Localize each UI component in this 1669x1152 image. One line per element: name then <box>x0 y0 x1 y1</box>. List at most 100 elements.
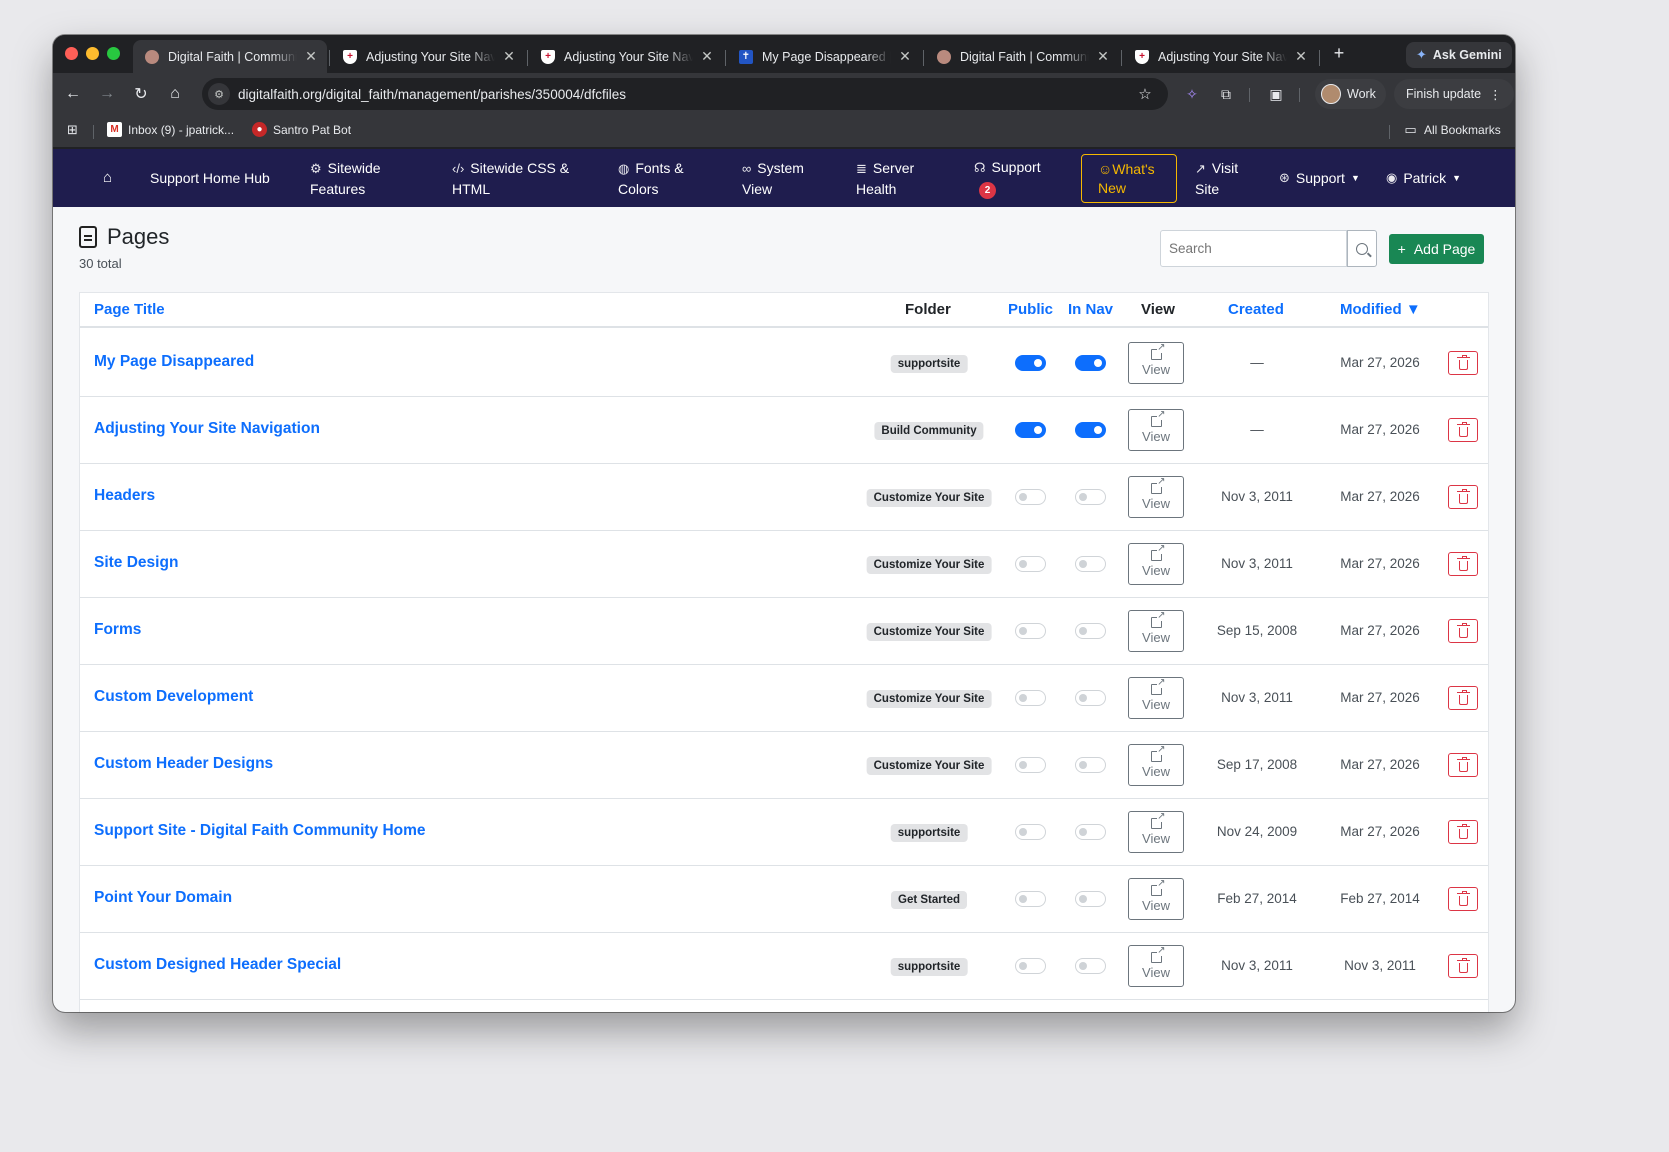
delete-button[interactable] <box>1448 552 1478 576</box>
page-title-link[interactable]: Adjusting Your Site Navigation <box>94 420 320 438</box>
in-nav-toggle[interactable] <box>1075 757 1106 773</box>
whats-new-button[interactable]: ☺What's New <box>1081 154 1177 203</box>
browser-tab[interactable]: Digital Faith | Community ✕ <box>133 40 327 73</box>
bookmark-inbox[interactable]: M Inbox (9) - jpatrick... <box>107 122 234 137</box>
page-title-link[interactable]: Site Design <box>94 554 178 572</box>
page-title-link[interactable]: Custom Header Designs <box>94 755 273 773</box>
column-header-in-nav[interactable]: In Nav <box>1068 301 1113 318</box>
view-button[interactable]: View <box>1128 744 1184 786</box>
nav-user-dropdown[interactable]: ◉ Patrick ▼ <box>1386 149 1461 207</box>
delete-button[interactable] <box>1448 485 1478 509</box>
public-toggle[interactable] <box>1015 355 1046 371</box>
delete-button[interactable] <box>1448 753 1478 777</box>
public-toggle[interactable] <box>1015 623 1046 639</box>
column-header-public[interactable]: Public <box>1008 301 1053 318</box>
public-toggle[interactable] <box>1015 958 1046 974</box>
home-button[interactable]: ⌂ <box>163 82 187 106</box>
close-window-button[interactable] <box>65 47 78 60</box>
nav-support-dropdown[interactable]: ⊛ Support ▼ <box>1279 149 1360 207</box>
public-toggle[interactable] <box>1015 690 1046 706</box>
view-button[interactable]: View <box>1128 677 1184 719</box>
view-button[interactable]: View <box>1128 878 1184 920</box>
delete-button[interactable] <box>1448 619 1478 643</box>
column-header-modified[interactable]: Modified ▼ <box>1340 301 1421 318</box>
nav-system-view[interactable]: ∞ System View <box>742 149 804 207</box>
close-icon[interactable]: ✕ <box>501 48 517 65</box>
page-title-link[interactable]: Point Your Domain <box>94 889 232 907</box>
nav-fonts-colors[interactable]: ◍ Fonts & Colors <box>618 149 684 207</box>
search-button[interactable] <box>1347 230 1377 267</box>
view-button[interactable]: View <box>1128 811 1184 853</box>
page-title-link[interactable]: Custom Designed Header Special <box>94 956 341 974</box>
in-nav-toggle[interactable] <box>1075 623 1106 639</box>
tab-search-icon[interactable]: ▣ <box>1265 83 1287 105</box>
add-page-button[interactable]: + Add Page <box>1389 234 1484 264</box>
nav-support-tickets[interactable]: ☊ Support 2 <box>974 149 1041 207</box>
browser-tab[interactable]: ✝ My Page Disappeared | D ✕ <box>727 40 921 73</box>
public-toggle[interactable] <box>1015 422 1046 438</box>
browser-tab[interactable]: Digital Faith | Community ✕ <box>925 40 1119 73</box>
in-nav-toggle[interactable] <box>1075 355 1106 371</box>
view-button[interactable]: View <box>1128 409 1184 451</box>
delete-button[interactable] <box>1448 418 1478 442</box>
page-title-link[interactable]: My Page Disappeared <box>94 353 254 371</box>
public-toggle[interactable] <box>1015 556 1046 572</box>
nav-server-health[interactable]: ≣ Server Health <box>856 149 914 207</box>
profile-button[interactable]: Work <box>1315 79 1386 109</box>
maximize-window-button[interactable] <box>107 47 120 60</box>
browser-tab[interactable]: + Adjusting Your Site Navig ✕ <box>529 40 723 73</box>
in-nav-toggle[interactable] <box>1075 489 1106 505</box>
extension-icon[interactable]: ✧ <box>1181 83 1203 105</box>
ask-gemini-button[interactable]: ✦ Ask Gemini <box>1406 42 1512 68</box>
page-title-link[interactable]: Headers <box>94 487 155 505</box>
site-settings-icon[interactable]: ⚙ <box>208 83 230 105</box>
browser-tab[interactable]: + Adjusting Your Site Navig ✕ <box>331 40 525 73</box>
nav-visit-site[interactable]: ↗ Visit Site <box>1195 149 1238 207</box>
delete-button[interactable] <box>1448 887 1478 911</box>
minimize-window-button[interactable] <box>86 47 99 60</box>
close-icon[interactable]: ✕ <box>303 48 319 65</box>
close-icon[interactable]: ✕ <box>699 48 715 65</box>
close-icon[interactable]: ✕ <box>897 48 913 65</box>
bookmark-bot[interactable]: ● Santro Pat Bot <box>252 122 351 137</box>
close-icon[interactable]: ✕ <box>1293 48 1309 65</box>
view-button[interactable]: View <box>1128 476 1184 518</box>
delete-button[interactable] <box>1448 820 1478 844</box>
page-title-link[interactable]: Forms <box>94 621 141 639</box>
nav-sitewide-features[interactable]: ⚙ Sitewide Features <box>310 149 381 207</box>
in-nav-toggle[interactable] <box>1075 422 1106 438</box>
all-bookmarks-button[interactable]: ▭ All Bookmarks <box>1403 122 1500 137</box>
close-icon[interactable]: ✕ <box>1095 48 1111 65</box>
public-toggle[interactable] <box>1015 824 1046 840</box>
forward-button[interactable]: → <box>95 82 119 106</box>
url-text[interactable]: digitalfaith.org/digital_faith/managemen… <box>238 87 1134 102</box>
finish-update-button[interactable]: Finish update ⋮ <box>1394 79 1514 109</box>
apps-grid-icon[interactable]: ⊞ <box>65 122 80 137</box>
page-title-link[interactable]: Support Site - Digital Faith Community H… <box>94 822 426 840</box>
in-nav-toggle[interactable] <box>1075 958 1106 974</box>
in-nav-toggle[interactable] <box>1075 556 1106 572</box>
bookmark-star-icon[interactable]: ☆ <box>1134 85 1156 103</box>
column-header-created[interactable]: Created <box>1228 301 1284 318</box>
nav-sitewide-css[interactable]: ‹/› Sitewide CSS & HTML <box>452 149 569 207</box>
reload-button[interactable]: ↻ <box>129 82 153 106</box>
column-header-title[interactable]: Page Title <box>94 301 165 318</box>
puzzle-extensions-icon[interactable]: ⧉ <box>1215 83 1237 105</box>
view-button[interactable]: View <box>1128 342 1184 384</box>
address-bar[interactable]: ⚙ digitalfaith.org/digital_faith/managem… <box>202 78 1168 110</box>
new-tab-button[interactable]: + <box>1327 43 1351 64</box>
in-nav-toggle[interactable] <box>1075 824 1106 840</box>
view-button[interactable]: View <box>1128 543 1184 585</box>
page-title-link[interactable]: Custom Development <box>94 688 253 706</box>
in-nav-toggle[interactable] <box>1075 690 1106 706</box>
delete-button[interactable] <box>1448 351 1478 375</box>
view-button[interactable]: View <box>1128 945 1184 987</box>
public-toggle[interactable] <box>1015 489 1046 505</box>
public-toggle[interactable] <box>1015 757 1046 773</box>
search-input[interactable] <box>1160 230 1347 267</box>
in-nav-toggle[interactable] <box>1075 891 1106 907</box>
view-button[interactable]: View <box>1128 610 1184 652</box>
delete-button[interactable] <box>1448 954 1478 978</box>
nav-brand[interactable]: Support Home Hub <box>150 149 270 207</box>
browser-tab[interactable]: + Adjusting Your Site Navig ✕ <box>1123 40 1317 73</box>
